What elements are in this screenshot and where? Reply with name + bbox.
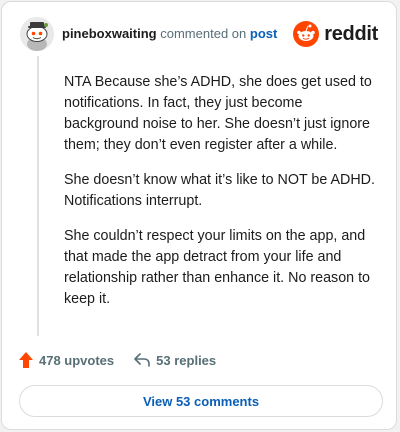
reddit-brand[interactable]: reddit [293,19,378,49]
avatar[interactable] [20,17,54,51]
reply-button[interactable]: 53 replies [134,353,216,368]
comment-header: pineboxwaiting commented on post reddit [20,17,384,51]
comment-body: NTA Because she’s ADHD, she does get use… [64,72,380,324]
reply-count: 53 replies [156,352,217,368]
reddit-wordmark: reddit [324,22,378,45]
comment-meta: pineboxwaiting commented on post [62,26,277,41]
comment-paragraph: NTA Because she’s ADHD, she does get use… [64,74,372,153]
comment-paragraph: She doesn’t know what it’s like to NOT b… [64,172,375,209]
username-link[interactable]: pineboxwaiting [62,26,157,41]
comment-card: pineboxwaiting commented on post reddit … [1,1,397,430]
reddit-logo-icon [293,21,320,47]
snoo-avatar-icon [20,17,54,51]
comment-paragraph: She couldn’t respect your limits on the … [64,228,370,307]
action-text: commented on [160,26,247,41]
upvote-button[interactable]: 478 upvotes [19,352,114,368]
view-comments-button[interactable]: View 53 comments [19,385,383,417]
upvote-arrow-icon [19,352,33,368]
upvote-count: 478 upvotes [39,352,115,368]
post-link[interactable]: post [250,26,277,41]
thread-line [37,56,39,336]
reply-arrow-icon [134,353,150,367]
comment-actions: 478 upvotes 53 replies [19,349,236,371]
